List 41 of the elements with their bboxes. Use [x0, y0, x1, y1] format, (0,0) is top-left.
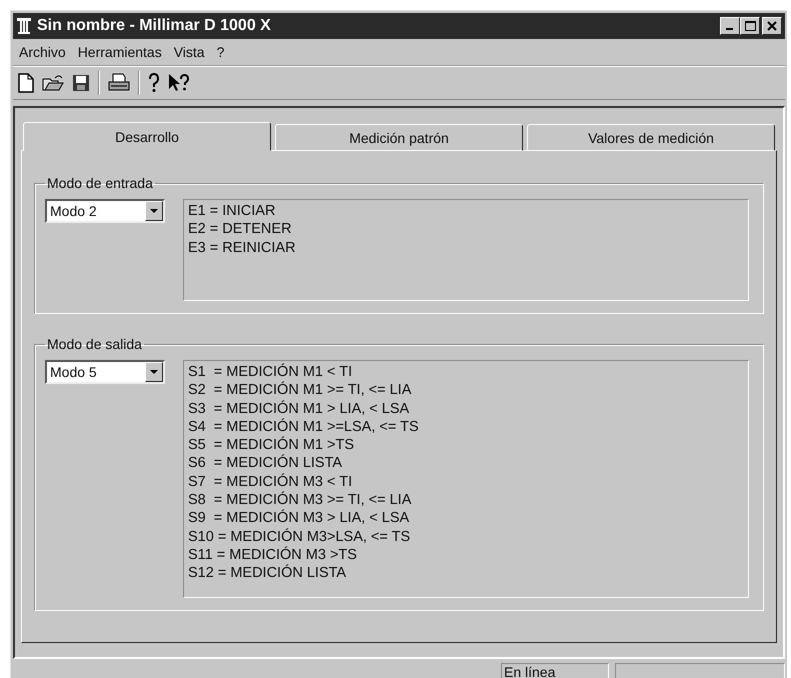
mode-dropdown[interactable]: Modo 5	[45, 360, 165, 384]
tab[interactable]: Medición patrón	[275, 124, 523, 151]
description-line: E1 = INICIAR	[188, 202, 276, 220]
close-button[interactable]	[762, 17, 782, 35]
pointer-help-icon[interactable]	[168, 73, 190, 93]
menu-item[interactable]: Herramientas	[78, 44, 162, 60]
menu-item[interactable]: Archivo	[19, 44, 66, 60]
mode-dropdown[interactable]: Modo 2	[45, 199, 165, 223]
group-title: Modo de salida	[46, 336, 143, 352]
group-title: Modo de entrada	[46, 175, 154, 191]
minimize-button[interactable]	[720, 17, 740, 35]
description-line: S4 = MEDICIÓN M1 >=LSA, <= TS	[188, 418, 420, 436]
printer-icon[interactable]	[108, 73, 130, 93]
tab[interactable]: Desarrollo	[23, 122, 271, 151]
maximize-button[interactable]	[740, 17, 760, 35]
description-line: S3 = MEDICIÓN M1 > LIA, < LSA	[188, 400, 410, 418]
description-line: S2 = MEDICIÓN M1 >= TI, <= LIA	[188, 381, 412, 400]
description-line: S9 = MEDICIÓN M3 > LIA, < LSA	[188, 509, 410, 528]
dropdown-arrow-icon	[150, 370, 158, 374]
description-line: S8 = MEDICIÓN M3 >= TI, <= LIA	[188, 491, 412, 509]
tab[interactable]: Valores de medición	[527, 124, 775, 151]
question-mark-icon[interactable]	[148, 73, 160, 93]
open-folder-icon[interactable]	[42, 74, 64, 92]
description-line: S1 = MEDICIÓN M1 < TI	[188, 363, 354, 381]
status-panel: En línea	[501, 663, 609, 678]
description-line: S12 = MEDICIÓN LISTA	[188, 564, 348, 583]
menu-item[interactable]: ?	[216, 44, 224, 60]
description-line: E2 = DETENER	[188, 220, 293, 239]
description-line: S7 = MEDICIÓN M3 < TI	[188, 472, 354, 491]
description-line: S6 = MEDICIÓN LISTA	[188, 454, 344, 473]
description-line: S5 = MEDICIÓN M1 >TS	[188, 436, 355, 454]
maximize-icon	[744, 21, 756, 31]
description-line: S10 = MEDICIÓN M3>LSA, <= TS	[188, 528, 412, 546]
window-title: Sin nombre - Millimar D 1000 X	[37, 17, 272, 35]
close-icon	[767, 21, 777, 31]
description-line: S11 = MEDICIÓN M3 >TS	[188, 546, 358, 564]
description-line: E3 = REINICIAR	[188, 238, 297, 257]
menu-item[interactable]: Vista	[174, 44, 205, 60]
dropdown-arrow-icon	[150, 209, 158, 213]
new-document-icon[interactable]	[18, 73, 34, 93]
column-icon	[16, 17, 32, 35]
